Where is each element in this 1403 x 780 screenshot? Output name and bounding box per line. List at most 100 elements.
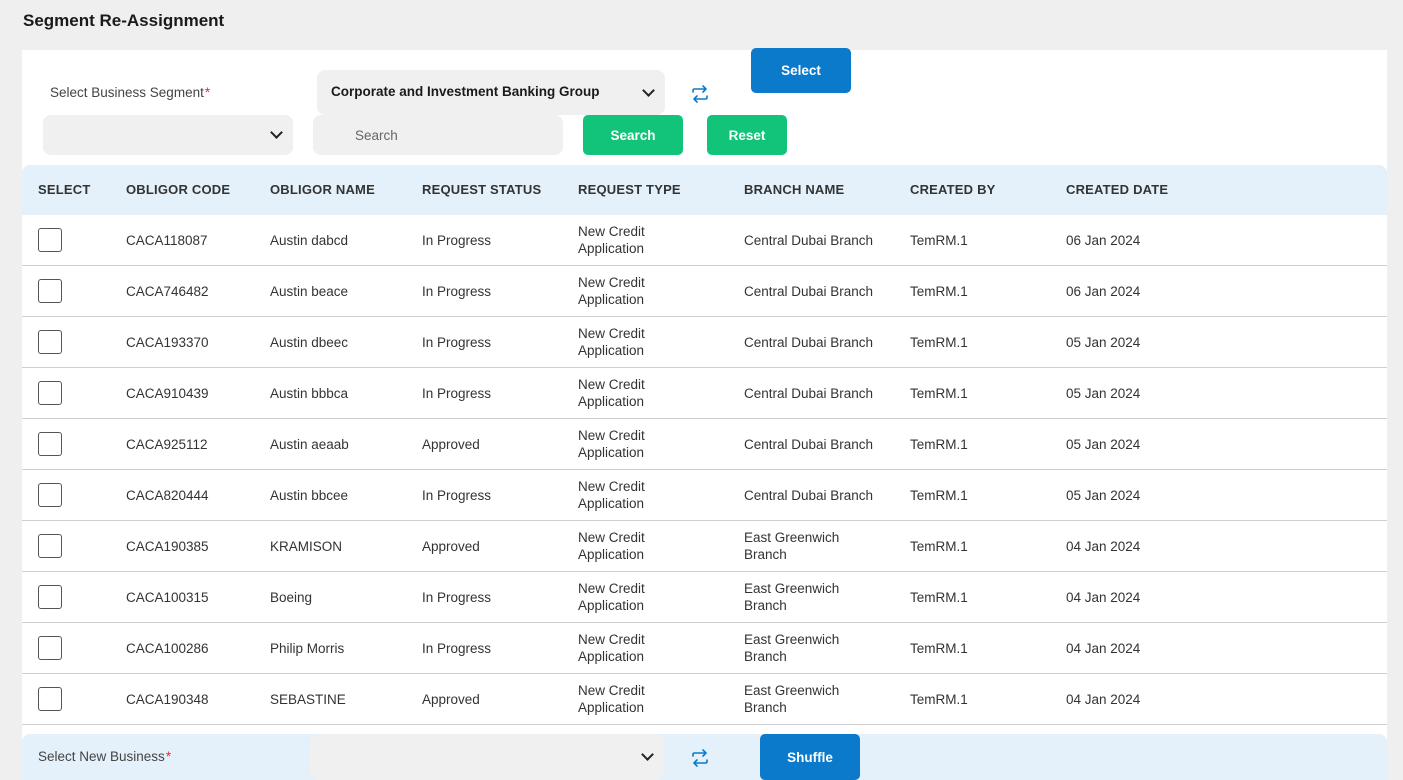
obligor-code-cell: CACA925112 — [126, 437, 208, 452]
obligor-name-cell: Austin bbcee — [270, 488, 349, 503]
request-type-cell-line: Application — [578, 394, 645, 409]
created-by-cell: TemRM.1 — [910, 284, 968, 299]
created-date-cell: 05 Jan 2024 — [1066, 488, 1141, 503]
reset-button[interactable]: Reset — [707, 115, 787, 155]
column-header-select: SELECT — [38, 182, 91, 197]
table-row: CACA820444 Austin bbcee In Progress New Cre… — [22, 470, 1387, 521]
main-card: Select Business Segment* Corporate and I… — [22, 48, 1387, 780]
table-row: CACA118087 Austin dabcd In Progress New Cre… — [22, 215, 1387, 266]
created-date-cell: 05 Jan 2024 — [1066, 437, 1141, 452]
request-status-cell: In Progress — [422, 233, 492, 248]
page-title: Segment Re-Assignment — [23, 11, 225, 30]
branch-name-cell-line: East Greenwich — [744, 632, 840, 647]
created-by-cell: TemRM.1 — [910, 335, 968, 350]
obligor-code-cell: CACA820444 — [126, 488, 209, 503]
request-type-cell-line: Application — [578, 598, 645, 613]
chevron-down-icon — [641, 748, 654, 761]
segment-label: Select Business Segment* — [50, 85, 210, 100]
chevron-down-icon — [270, 126, 283, 139]
created-date-cell: 04 Jan 2024 — [1066, 641, 1141, 656]
column-header-created-date: CREATED DATE — [1066, 182, 1169, 197]
row-select-checkbox[interactable] — [38, 534, 62, 558]
table-row: CACA746482 Austin beace In Progress New Cre… — [22, 266, 1387, 317]
obligor-name-cell: Austin dbeec — [270, 335, 349, 350]
table-row: CACA193370 Austin dbeec In Progress New Cre… — [22, 317, 1387, 368]
created-date-cell: 04 Jan 2024 — [1066, 590, 1141, 605]
new-business-label-text: Select New Business — [38, 749, 165, 764]
reassign-footer: Select New Business* Shuffle — [22, 734, 1387, 780]
created-by-cell: TemRM.1 — [910, 539, 968, 554]
branch-name-cell-line: Branch — [744, 700, 787, 715]
page-header: Segment Re-Assignment — [0, 0, 1403, 50]
obligor-code-cell: CACA118087 — [126, 233, 208, 248]
obligor-name-cell: Austin aeaab — [270, 437, 349, 452]
request-type-cell: New Credit Application — [578, 427, 645, 461]
request-status-cell: In Progress — [422, 335, 492, 350]
secondary-filter-select[interactable] — [43, 115, 293, 155]
search-button[interactable]: Search — [583, 115, 683, 155]
swap-arrows-icon[interactable] — [690, 84, 710, 104]
obligor-name-cell: Austin dabcd — [270, 233, 349, 248]
obligor-code-cell: CACA100286 — [126, 641, 209, 656]
chevron-down-icon — [642, 83, 655, 97]
business-segment-select[interactable]: Corporate and Investment Banking Group — [317, 70, 665, 115]
row-select-checkbox[interactable] — [38, 687, 62, 711]
row-select-checkbox[interactable] — [38, 330, 62, 354]
request-type-cell-line: Application — [578, 649, 645, 664]
branch-name-cell: Central Dubai Branch — [744, 334, 873, 351]
obligor-code-cell: CACA190385 — [126, 539, 209, 554]
swap-arrows-icon[interactable] — [690, 748, 710, 768]
row-select-checkbox[interactable] — [38, 279, 62, 303]
column-header-obligor-name: OBLIGOR NAME — [270, 182, 375, 197]
row-select-checkbox[interactable] — [38, 636, 62, 660]
column-header-branch-name: BRANCH NAME — [744, 182, 845, 197]
obligor-code-cell: CACA190348 — [126, 692, 209, 707]
branch-name-cell-line: Central Dubai Branch — [744, 233, 874, 248]
row-select-checkbox[interactable] — [38, 381, 62, 405]
request-type-cell: New Credit Application — [578, 529, 645, 563]
required-mark: * — [165, 749, 172, 764]
select-button[interactable]: Select — [751, 48, 851, 93]
request-type-cell: New Credit Application — [578, 223, 645, 257]
search-input[interactable] — [313, 115, 563, 155]
obligor-name-cell: Austin bbbca — [270, 386, 349, 401]
request-type-cell: New Credit Application — [578, 580, 645, 614]
table-row: CACA190348 SEBASTINE Approved New Credit App… — [22, 674, 1387, 725]
request-type-cell: New Credit Application — [578, 325, 645, 359]
request-type-cell: New Credit Application — [578, 478, 645, 512]
branch-name-cell-line: Branch — [744, 598, 787, 613]
branch-name-cell-line: Branch — [744, 649, 787, 664]
column-header-created-by: CREATED BY — [910, 182, 996, 197]
row-select-checkbox[interactable] — [38, 228, 62, 252]
branch-name-cell-line: East Greenwich — [744, 581, 840, 596]
branch-name-cell-line: Central Dubai Branch — [744, 335, 874, 350]
created-by-cell: TemRM.1 — [910, 437, 968, 452]
new-business-label: Select New Business* — [38, 749, 171, 764]
request-type-cell: New Credit Application — [578, 631, 645, 665]
obligor-name-cell: Boeing — [270, 590, 313, 605]
row-select-checkbox[interactable] — [38, 432, 62, 456]
created-date-cell: 05 Jan 2024 — [1066, 386, 1141, 401]
request-type-cell-line: New Credit — [578, 428, 645, 443]
business-segment-value: Corporate and Investment Banking Group — [331, 84, 600, 99]
request-status-cell: Approved — [422, 539, 480, 554]
request-type-cell-line: New Credit — [578, 326, 645, 341]
branch-name-cell: East Greenwich Branch — [744, 580, 839, 614]
branch-name-cell: East Greenwich Branch — [744, 529, 839, 563]
new-business-select[interactable] — [310, 734, 664, 780]
branch-name-cell: Central Dubai Branch — [744, 436, 873, 453]
branch-name-cell-line: East Greenwich — [744, 530, 840, 545]
request-type-cell-line: Application — [578, 343, 645, 358]
request-type-cell-line: New Credit — [578, 632, 645, 647]
obligor-code-cell: CACA910439 — [126, 386, 209, 401]
shuffle-button[interactable]: Shuffle — [760, 734, 860, 780]
request-type-cell-line: Application — [578, 292, 645, 307]
branch-name-cell: East Greenwich Branch — [744, 631, 839, 665]
table-row: CACA100286 Philip Morris In Progress New Cr… — [22, 623, 1387, 674]
created-date-cell: 06 Jan 2024 — [1066, 233, 1141, 248]
branch-name-cell-line: Central Dubai Branch — [744, 437, 874, 452]
row-select-checkbox[interactable] — [38, 585, 62, 609]
row-select-checkbox[interactable] — [38, 483, 62, 507]
request-status-cell: In Progress — [422, 488, 492, 503]
branch-name-cell-line: Central Dubai Branch — [744, 488, 874, 503]
